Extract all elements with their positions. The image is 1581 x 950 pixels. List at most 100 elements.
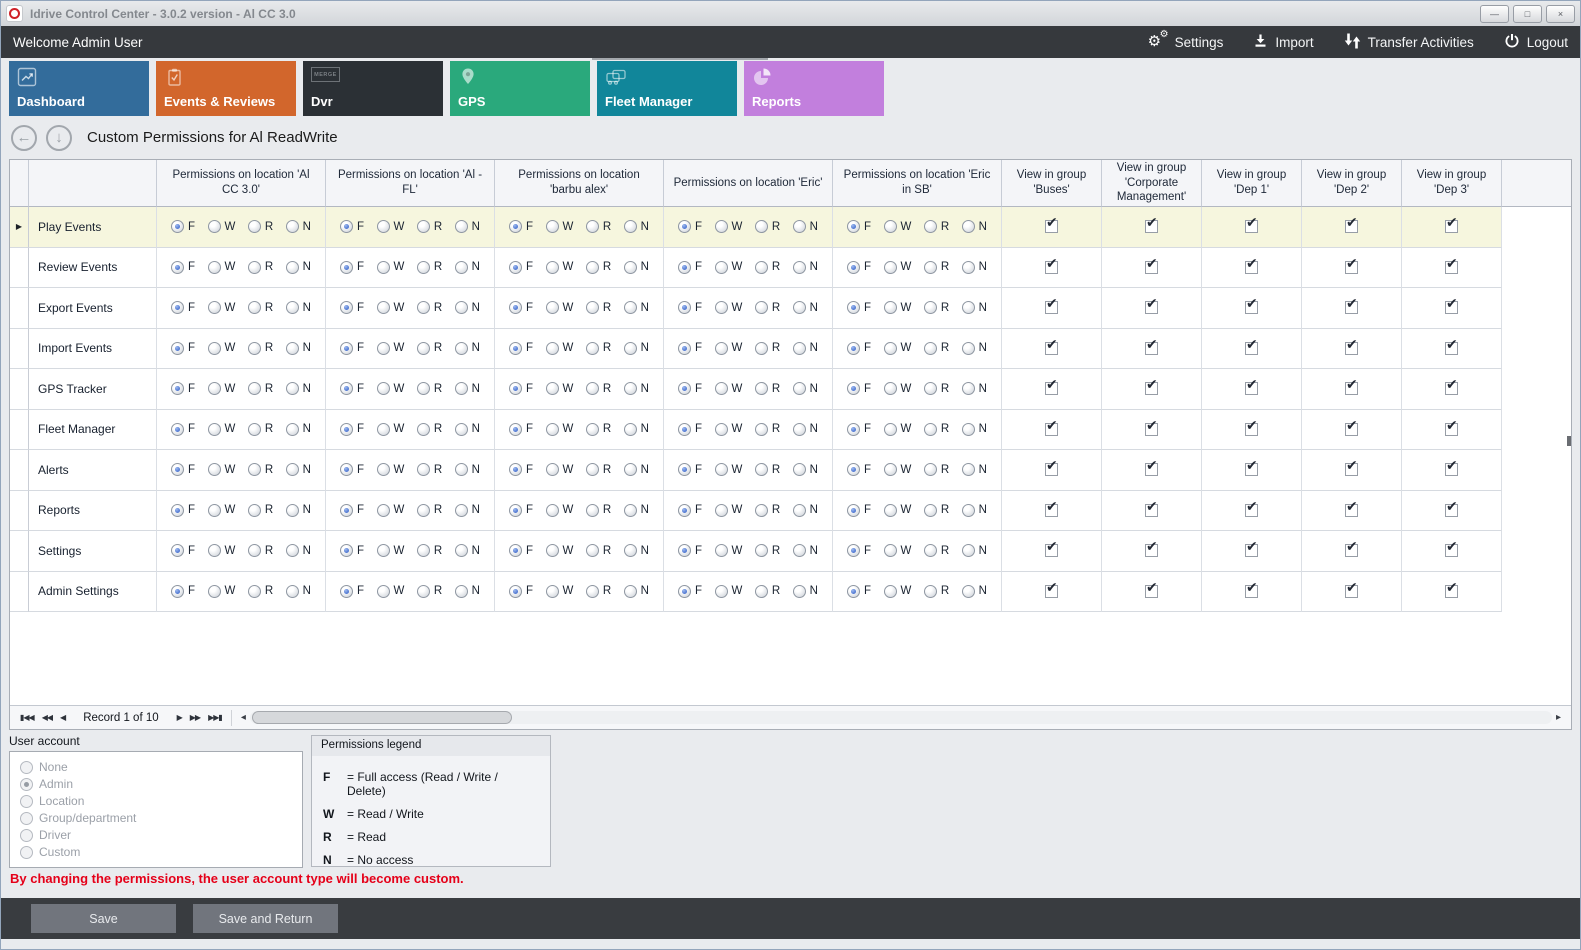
view-checkbox[interactable] <box>1145 463 1158 476</box>
radio-option-w[interactable]: W <box>208 504 236 517</box>
collapse-down-button[interactable]: ↓ <box>46 125 72 151</box>
view-checkbox[interactable] <box>1345 342 1358 355</box>
radio-option-f[interactable]: F <box>509 261 533 274</box>
next-record-button[interactable]: ▶ <box>177 713 182 722</box>
view-checkbox[interactable] <box>1345 585 1358 598</box>
radio-option-r[interactable]: R <box>924 544 949 557</box>
radio-option-f[interactable]: F <box>509 423 533 436</box>
radio-option-r[interactable]: R <box>924 261 949 274</box>
radio-option-w[interactable]: W <box>377 342 405 355</box>
tab-reports[interactable]: Reports <box>744 61 884 116</box>
radio-option-f[interactable]: F <box>509 382 533 395</box>
radio-option-r[interactable]: R <box>924 301 949 314</box>
radio-option-r[interactable]: R <box>586 423 611 436</box>
radio-option-f[interactable]: F <box>847 463 871 476</box>
view-checkbox[interactable] <box>1045 301 1058 314</box>
view-checkbox[interactable] <box>1345 504 1358 517</box>
account-type-option[interactable]: Custom <box>20 845 292 859</box>
view-checkbox[interactable] <box>1245 423 1258 436</box>
radio-option-f[interactable]: F <box>847 585 871 598</box>
tab-gps[interactable]: GPS <box>450 61 590 116</box>
radio-option-f[interactable]: F <box>678 463 702 476</box>
radio-option-r[interactable]: R <box>924 423 949 436</box>
view-checkbox[interactable] <box>1445 463 1458 476</box>
radio-option-r[interactable]: R <box>924 504 949 517</box>
column-header-group[interactable]: View in group 'Buses' <box>1002 160 1102 207</box>
radio-option-r[interactable]: R <box>248 220 273 233</box>
radio-option-r[interactable]: R <box>586 382 611 395</box>
radio-option-r[interactable]: R <box>248 544 273 557</box>
radio-option-f[interactable]: F <box>509 220 533 233</box>
view-checkbox[interactable] <box>1445 585 1458 598</box>
view-checkbox[interactable] <box>1445 220 1458 233</box>
radio-option-n[interactable]: N <box>962 585 987 598</box>
radio-option-r[interactable]: R <box>248 382 273 395</box>
radio-option-f[interactable]: F <box>847 342 871 355</box>
radio-option-n[interactable]: N <box>455 423 480 436</box>
view-checkbox[interactable] <box>1245 301 1258 314</box>
radio-option-w[interactable]: W <box>884 301 912 314</box>
radio-option-w[interactable]: W <box>377 585 405 598</box>
radio-option-w[interactable]: W <box>715 504 743 517</box>
radio-option-w[interactable]: W <box>208 463 236 476</box>
tab-dvr[interactable]: MERGE Dvr <box>303 61 443 116</box>
radio-option-w[interactable]: W <box>377 261 405 274</box>
radio-option-f[interactable]: F <box>678 585 702 598</box>
radio-option-r[interactable]: R <box>924 585 949 598</box>
radio-option-r[interactable]: R <box>586 463 611 476</box>
radio-option-w[interactable]: W <box>377 463 405 476</box>
save-button[interactable]: Save <box>31 904 176 933</box>
radio-option-n[interactable]: N <box>286 382 311 395</box>
radio-option-n[interactable]: N <box>962 382 987 395</box>
radio-option-w[interactable]: W <box>715 423 743 436</box>
radio-option-w[interactable]: W <box>546 585 574 598</box>
radio-option-n[interactable]: N <box>286 342 311 355</box>
view-checkbox[interactable] <box>1445 544 1458 557</box>
view-checkbox[interactable] <box>1345 544 1358 557</box>
radio-option-w[interactable]: W <box>884 585 912 598</box>
radio-option-r[interactable]: R <box>755 342 780 355</box>
radio-option-r[interactable]: R <box>755 301 780 314</box>
radio-option-w[interactable]: W <box>208 382 236 395</box>
radio-option-f[interactable]: F <box>678 220 702 233</box>
radio-option-w[interactable]: W <box>546 382 574 395</box>
account-type-option[interactable]: None <box>20 760 292 774</box>
vertical-scrollbar[interactable] <box>1566 207 1571 705</box>
view-checkbox[interactable] <box>1145 423 1158 436</box>
radio-option-r[interactable]: R <box>755 463 780 476</box>
radio-option-w[interactable]: W <box>377 382 405 395</box>
radio-option-r[interactable]: R <box>755 382 780 395</box>
radio-option-r[interactable]: R <box>586 261 611 274</box>
radio-option-n[interactable]: N <box>962 504 987 517</box>
radio-option-n[interactable]: N <box>455 504 480 517</box>
radio-option-w[interactable]: W <box>546 220 574 233</box>
radio-option-r[interactable]: R <box>417 261 442 274</box>
radio-option-f[interactable]: F <box>847 504 871 517</box>
radio-option-r[interactable]: R <box>248 585 273 598</box>
radio-option-f[interactable]: F <box>340 463 364 476</box>
radio-option-f[interactable]: F <box>171 342 195 355</box>
view-checkbox[interactable] <box>1045 423 1058 436</box>
radio-option-r[interactable]: R <box>586 504 611 517</box>
radio-option-r[interactable]: R <box>417 504 442 517</box>
radio-option-n[interactable]: N <box>624 382 649 395</box>
radio-option-r[interactable]: R <box>417 342 442 355</box>
radio-option-n[interactable]: N <box>962 423 987 436</box>
radio-option-f[interactable]: F <box>171 261 195 274</box>
view-checkbox[interactable] <box>1345 220 1358 233</box>
radio-option-f[interactable]: F <box>509 463 533 476</box>
radio-option-r[interactable]: R <box>586 220 611 233</box>
radio-option-r[interactable]: R <box>417 301 442 314</box>
radio-option-n[interactable]: N <box>455 220 480 233</box>
radio-option-r[interactable]: R <box>248 261 273 274</box>
view-checkbox[interactable] <box>1445 301 1458 314</box>
radio-option-w[interactable]: W <box>715 261 743 274</box>
column-header-group[interactable]: View in group 'Dep 2' <box>1302 160 1402 207</box>
radio-option-w[interactable]: W <box>884 544 912 557</box>
radio-option-n[interactable]: N <box>455 463 480 476</box>
column-header-location[interactable]: Permissions on location 'Al CC 3.0' <box>157 160 326 207</box>
settings-button[interactable]: ⚙⚙ Settings <box>1148 33 1224 51</box>
radio-option-r[interactable]: R <box>417 423 442 436</box>
view-checkbox[interactable] <box>1145 544 1158 557</box>
radio-option-r[interactable]: R <box>755 544 780 557</box>
